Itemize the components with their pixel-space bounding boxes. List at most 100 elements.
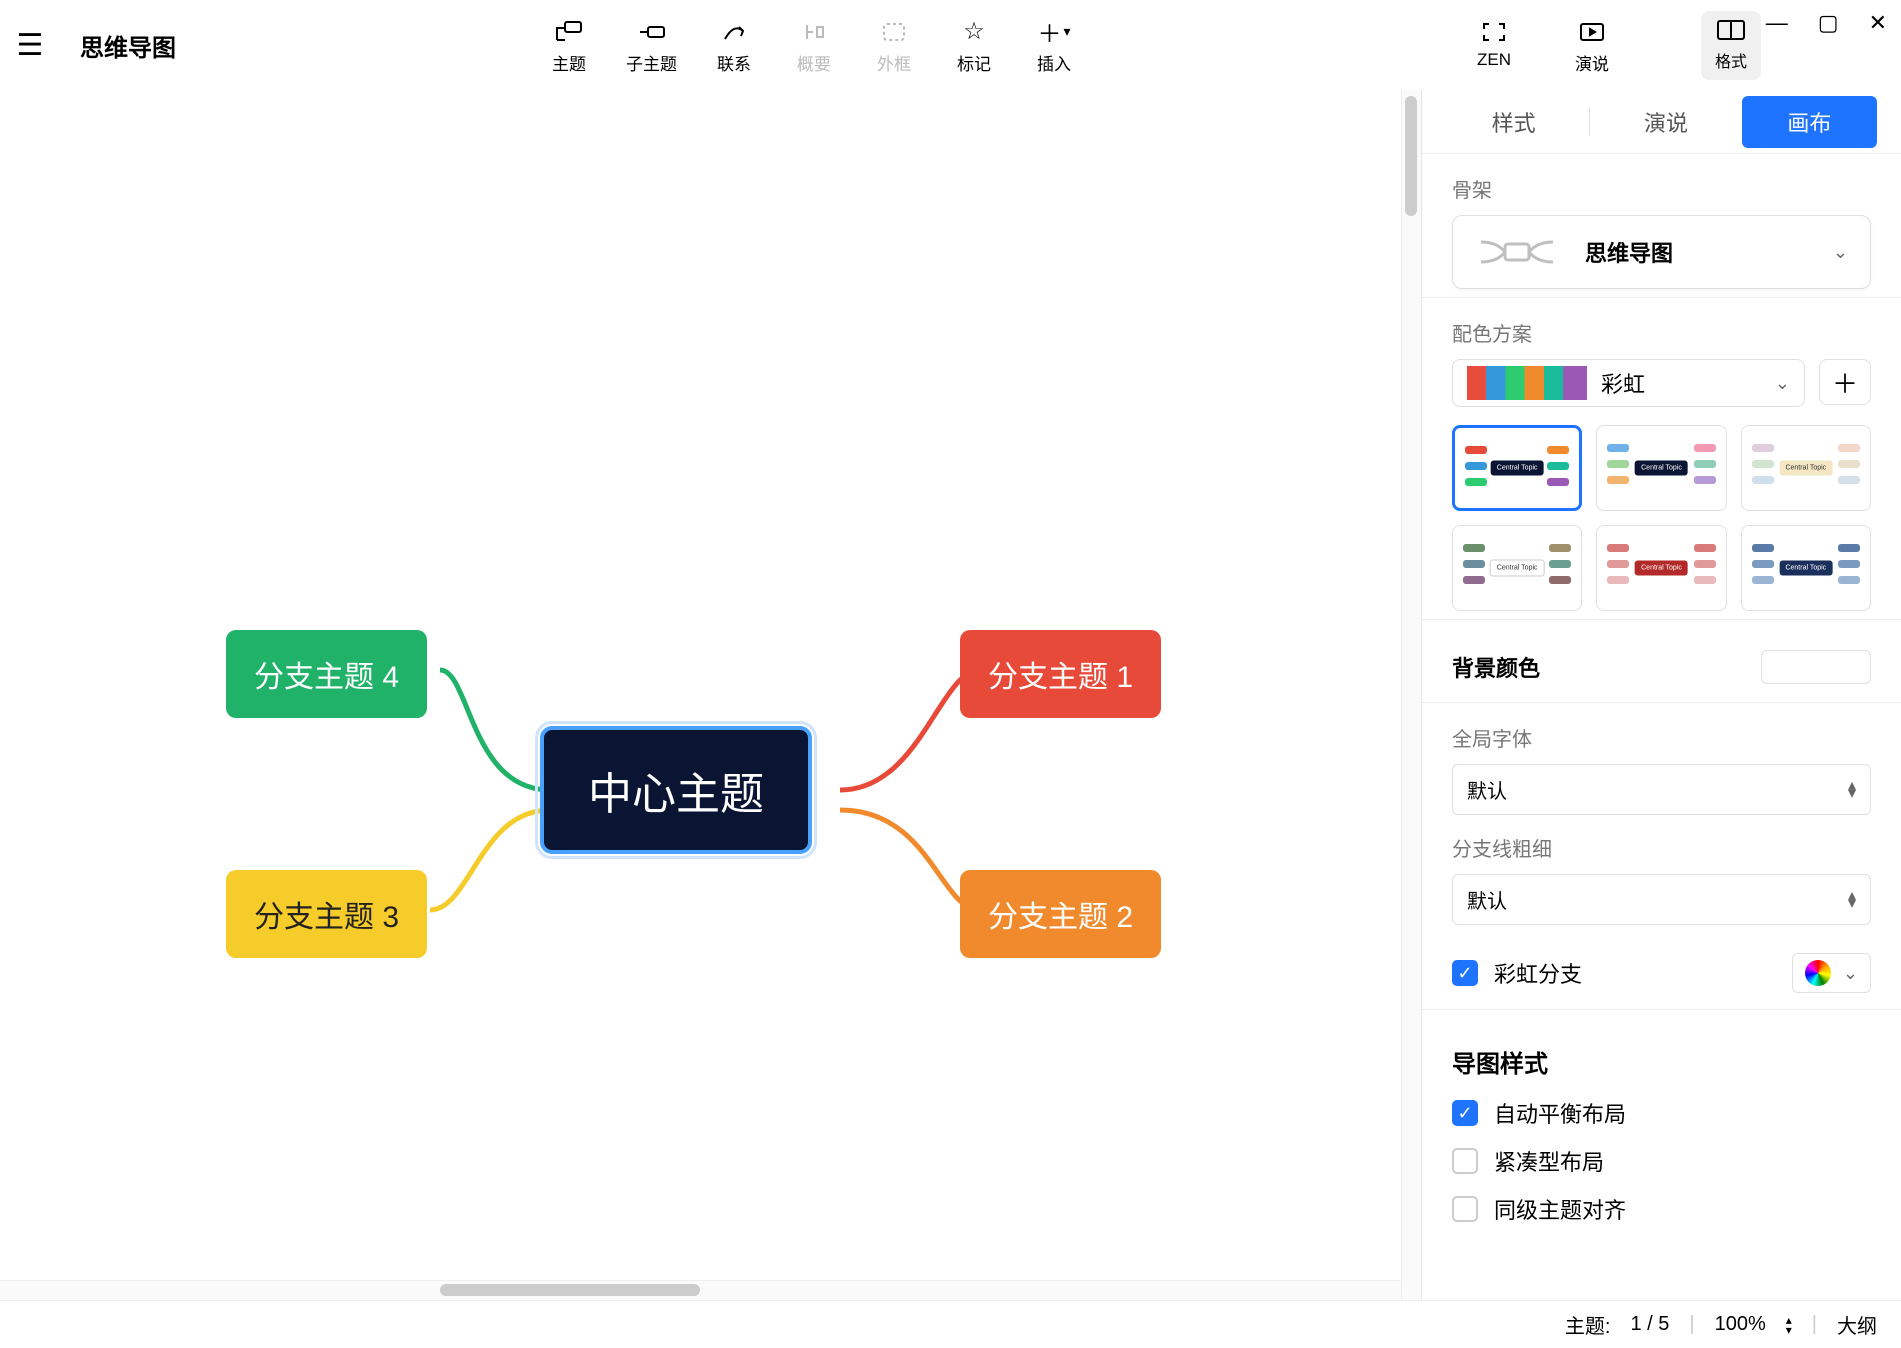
rainbow-branch-label: 彩虹分支 xyxy=(1494,957,1582,989)
outline-button[interactable]: 大纲 xyxy=(1837,1310,1877,1339)
section-globalfont: 全局字体 默认 ▴▾ 分支线粗细 默认 ▴▾ ✓ 彩虹分支 ⌄ xyxy=(1422,703,1901,1010)
skeleton-select[interactable]: 思维导图 ⌄ xyxy=(1452,215,1871,289)
main-area: 中心主题 分支主题 1 分支主题 2 分支主题 3 分支主题 4 样式 演说 画… xyxy=(0,90,1901,1300)
insert-icon: ＋▾ xyxy=(1037,16,1070,48)
central-topic[interactable]: 中心主题 xyxy=(540,726,812,854)
format-panel: 样式 演说 画布 骨架 思维导图 ⌄ 配色方案 彩虹 ⌄ xyxy=(1421,90,1901,1300)
tab-canvas[interactable]: 画布 xyxy=(1742,96,1877,148)
colorscheme-select[interactable]: 彩虹 ⌄ xyxy=(1452,359,1805,407)
color-wheel-icon xyxy=(1805,960,1831,986)
relation-button[interactable]: 联系 xyxy=(705,12,763,79)
branchwidth-title: 分支线粗细 xyxy=(1452,833,1871,862)
skeleton-title: 骨架 xyxy=(1452,174,1871,203)
subtopic-icon xyxy=(638,16,666,48)
app-title: 思维导图 xyxy=(80,28,176,63)
subtopic-label: 子主题 xyxy=(626,50,677,75)
theme-card-5[interactable]: Central Topic xyxy=(1596,525,1726,611)
branchwidth-value: 默认 xyxy=(1467,885,1507,914)
colorscheme-title: 配色方案 xyxy=(1452,318,1871,347)
insert-button[interactable]: ＋▾ 插入 xyxy=(1025,12,1083,79)
rainbow-branch-checkbox[interactable]: ✓ xyxy=(1452,960,1478,986)
mini-central: Central Topic xyxy=(1490,560,1545,577)
main-toolbar: 主题 子主题 联系 概要 外框 ☆ 标记 xyxy=(540,12,1083,79)
topic-count-label: 主题: xyxy=(1565,1310,1611,1339)
chevron-down-icon: ⌄ xyxy=(1843,963,1858,984)
right-toolbar: ZEN 演说 xyxy=(1465,12,1621,79)
theme-grid: Central Topic Central Topic Central Topi… xyxy=(1452,425,1871,611)
tab-style[interactable]: 样式 xyxy=(1446,96,1581,148)
theme-card-4[interactable]: Central Topic xyxy=(1452,525,1582,611)
globalfont-title: 全局字体 xyxy=(1452,723,1871,752)
marker-button[interactable]: ☆ 标记 xyxy=(945,12,1003,79)
globalfont-select[interactable]: 默认 ▴▾ xyxy=(1452,764,1871,815)
insert-label: 插入 xyxy=(1037,50,1071,75)
background-title: 背景颜色 xyxy=(1452,651,1540,683)
zen-button[interactable]: ZEN xyxy=(1465,12,1523,79)
zoom-value: 100% xyxy=(1715,1313,1766,1336)
zoom-spinner[interactable]: ▴▾ xyxy=(1786,1315,1792,1335)
section-skeleton: 骨架 思维导图 ⌄ xyxy=(1422,154,1901,298)
present-icon xyxy=(1578,16,1606,48)
summary-icon xyxy=(801,16,827,48)
format-icon xyxy=(1716,19,1746,48)
topic-label: 主题 xyxy=(552,50,586,75)
align-checkbox[interactable] xyxy=(1452,1196,1478,1222)
add-colorscheme-button[interactable]: ＋ xyxy=(1819,359,1871,405)
vscroll-thumb[interactable] xyxy=(1405,96,1417,216)
titlebar: ☰ 思维导图 主题 子主题 联系 概要 xyxy=(0,0,1901,90)
mini-central: Central Topic xyxy=(1779,561,1832,576)
compact-checkbox[interactable] xyxy=(1452,1148,1478,1174)
tab-present[interactable]: 演说 xyxy=(1598,96,1733,148)
topic-count-value: 1 / 5 xyxy=(1630,1313,1669,1336)
theme-card-2[interactable]: Central Topic xyxy=(1596,425,1726,511)
section-background: 背景颜色 xyxy=(1422,620,1901,703)
relation-icon xyxy=(721,16,747,48)
vertical-scrollbar[interactable] xyxy=(1401,90,1421,1300)
branch-topic-1[interactable]: 分支主题 1 xyxy=(960,630,1161,718)
background-color-picker[interactable] xyxy=(1761,650,1871,684)
mini-central: Central Topic xyxy=(1491,461,1544,476)
maximize-button[interactable]: ▢ xyxy=(1818,10,1839,36)
mindmap-canvas[interactable]: 中心主题 分支主题 1 分支主题 2 分支主题 3 分支主题 4 xyxy=(0,90,1421,1300)
zen-icon xyxy=(1481,16,1507,48)
panel-tabs: 样式 演说 画布 xyxy=(1422,90,1901,154)
section-mapstyle: 导图样式 ✓ 自动平衡布局 紧凑型布局 同级主题对齐 xyxy=(1422,1010,1901,1241)
summary-label: 概要 xyxy=(797,50,831,75)
branchwidth-select[interactable]: 默认 ▴▾ xyxy=(1452,874,1871,925)
close-button[interactable]: ✕ xyxy=(1869,10,1887,36)
present-label: 演说 xyxy=(1575,50,1609,75)
canvas-wrap: 中心主题 分支主题 1 分支主题 2 分支主题 3 分支主题 4 xyxy=(0,90,1421,1300)
window-controls: — ▢ ✕ xyxy=(1766,10,1887,36)
marker-label: 标记 xyxy=(957,50,991,75)
chevron-down-icon: ⌄ xyxy=(1775,373,1790,394)
topic-button[interactable]: 主题 xyxy=(540,12,598,79)
present-button[interactable]: 演说 xyxy=(1563,12,1621,79)
branch-topic-4[interactable]: 分支主题 4 xyxy=(226,630,427,718)
menu-icon[interactable]: ☰ xyxy=(0,28,60,63)
mini-central: Central Topic xyxy=(1779,461,1832,476)
theme-card-1[interactable]: Central Topic xyxy=(1452,425,1582,511)
branch-topic-2[interactable]: 分支主题 2 xyxy=(960,870,1161,958)
summary-button: 概要 xyxy=(785,12,843,79)
horizontal-scrollbar[interactable] xyxy=(0,1280,1401,1300)
marker-icon: ☆ xyxy=(963,16,985,48)
theme-card-3[interactable]: Central Topic xyxy=(1741,425,1871,511)
mini-central: Central Topic xyxy=(1635,461,1688,476)
format-button[interactable]: 格式 xyxy=(1701,11,1761,80)
skeleton-value: 思维导图 xyxy=(1585,236,1807,268)
mini-central: Central Topic xyxy=(1635,561,1688,576)
relation-label: 联系 xyxy=(717,50,751,75)
boundary-label: 外框 xyxy=(877,50,911,75)
align-label: 同级主题对齐 xyxy=(1494,1193,1626,1225)
rainbow-color-picker[interactable]: ⌄ xyxy=(1792,953,1871,993)
mapstyle-title: 导图样式 xyxy=(1452,1044,1871,1079)
topic-icon xyxy=(555,16,583,48)
minimize-button[interactable]: — xyxy=(1766,10,1788,36)
hscroll-thumb[interactable] xyxy=(440,1284,700,1296)
subtopic-button[interactable]: 子主题 xyxy=(620,12,683,79)
zen-label: ZEN xyxy=(1477,50,1511,70)
skeleton-icon xyxy=(1475,232,1559,272)
branch-topic-3[interactable]: 分支主题 3 xyxy=(226,870,427,958)
theme-card-6[interactable]: Central Topic xyxy=(1741,525,1871,611)
auto-balance-checkbox[interactable]: ✓ xyxy=(1452,1100,1478,1126)
